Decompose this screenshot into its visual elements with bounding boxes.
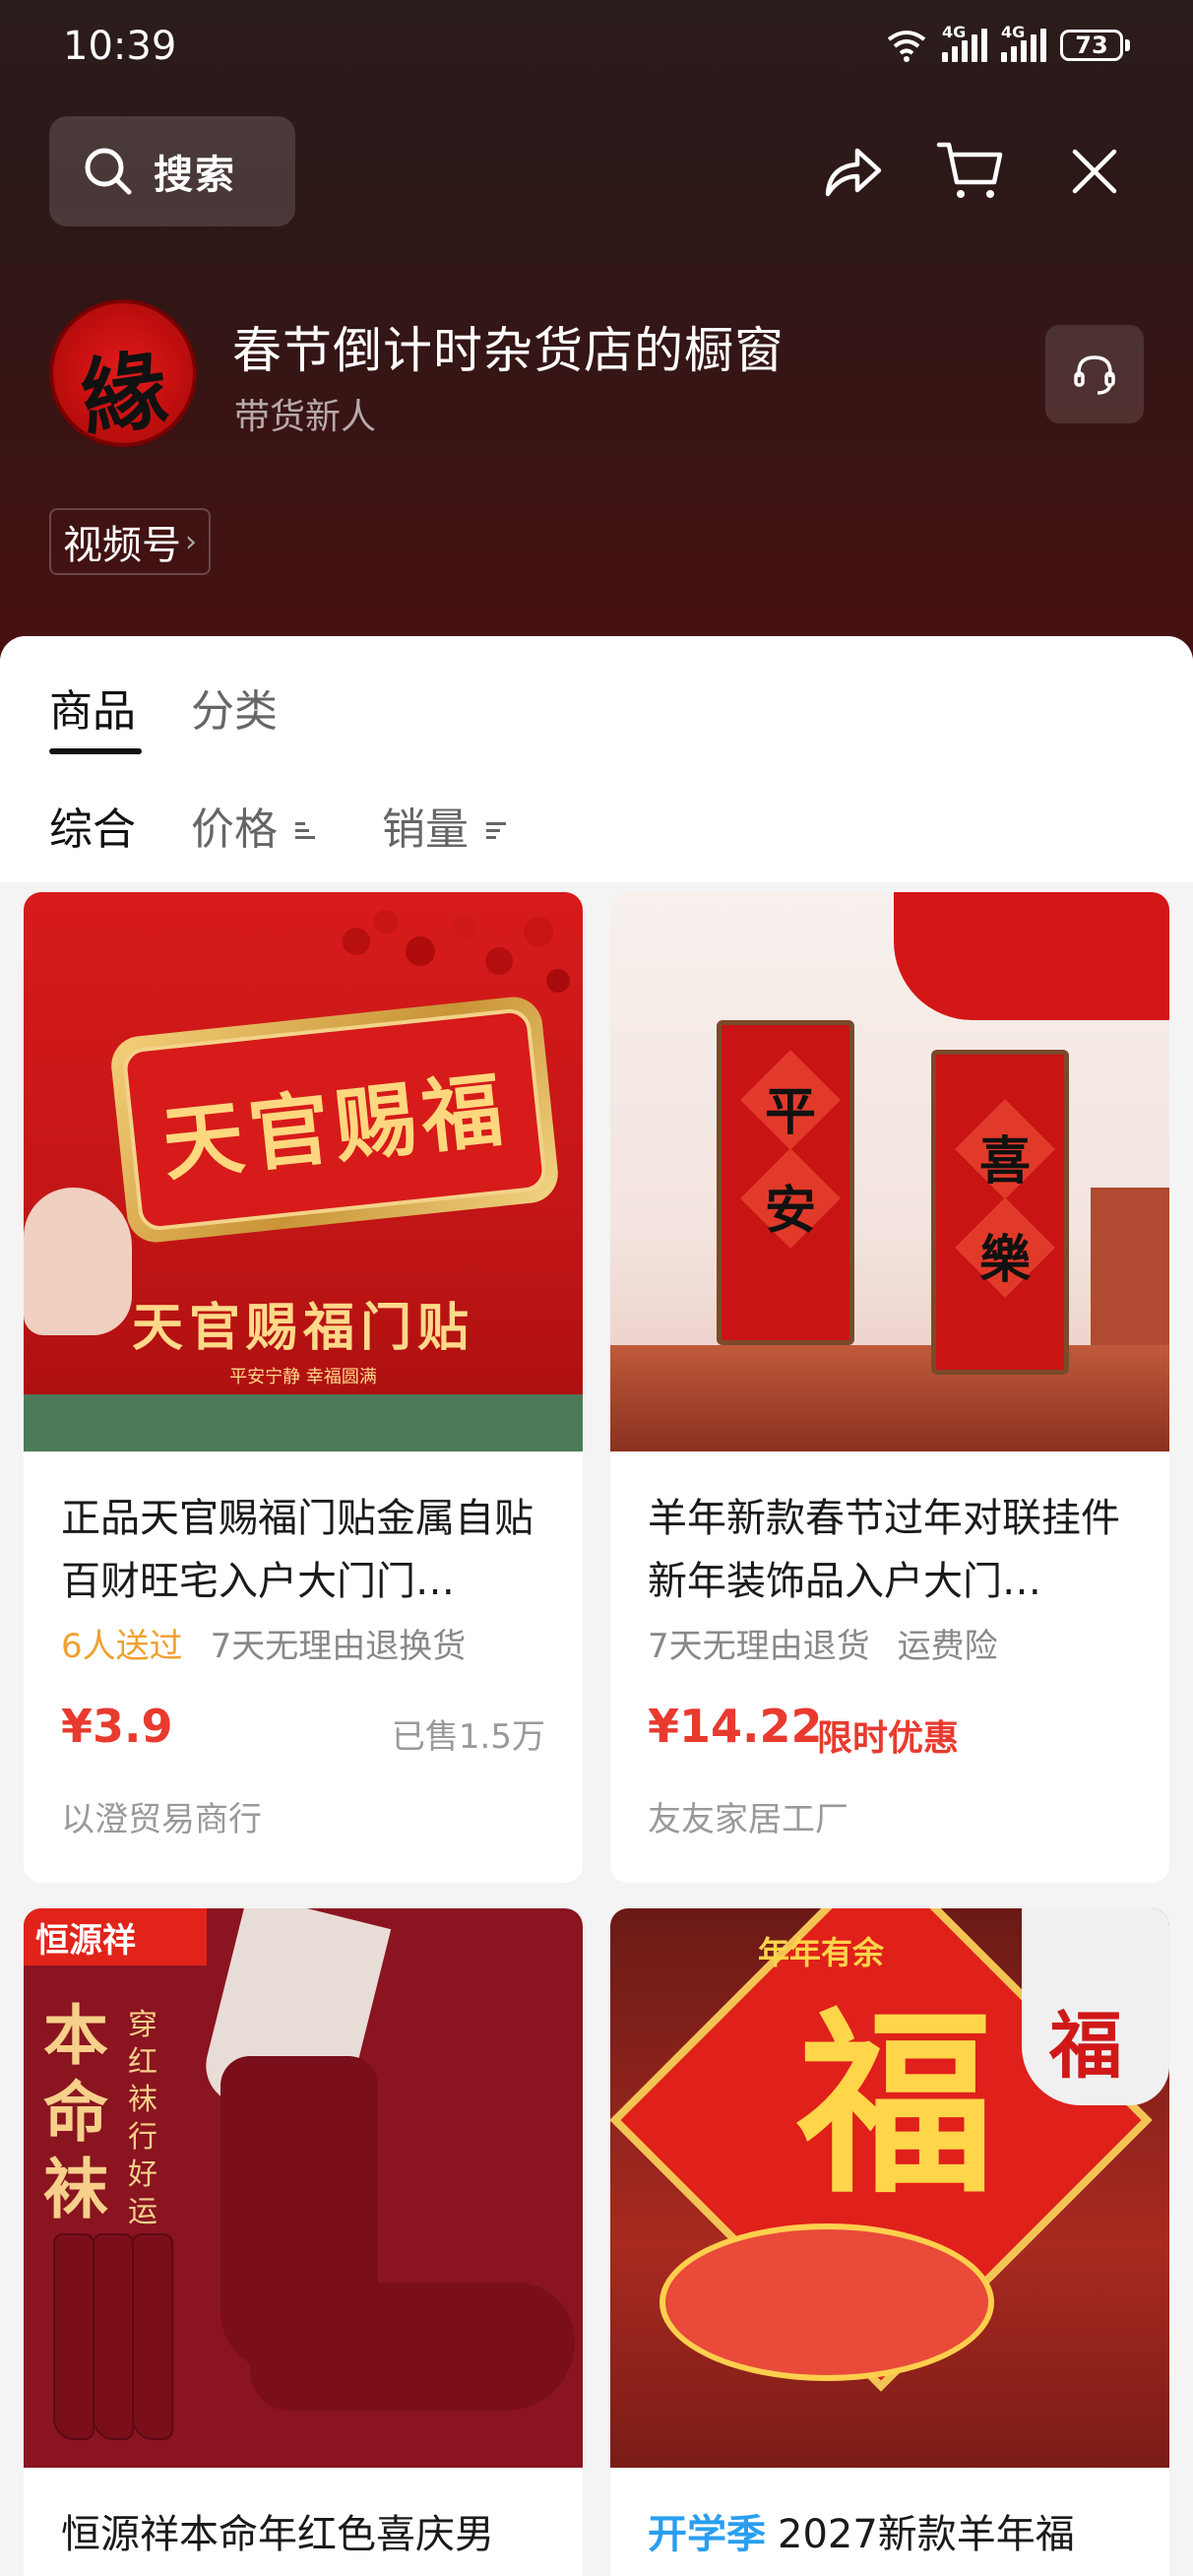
lion-char: 福: [1049, 2004, 1122, 2089]
product-tags: 6人送过 7天无理由退换货: [61, 1619, 466, 1667]
wifi-icon: [887, 31, 926, 62]
image-label: 年年有余: [758, 1934, 885, 1971]
sort-overall-label: 综合: [49, 805, 136, 855]
product-promo-note: 限时优惠: [817, 1718, 960, 1759]
image-slogan: 穿红袜行好运: [128, 2008, 157, 2229]
sort-price-label: 价格: [191, 805, 278, 855]
sort-price[interactable]: 价格: [191, 794, 315, 857]
ornament-char: 安: [764, 1181, 816, 1241]
product-card[interactable]: 平 安 喜 樂 羊年新款春节过年对联挂件新年装饰品入户大门… 7天无理由退货 运…: [610, 892, 1169, 1883]
mini-sock: [132, 2233, 173, 2440]
product-image[interactable]: 天官赐福 天官赐福门贴 平安宁静 幸福圆满: [24, 892, 583, 1451]
search-label: 搜索: [154, 153, 236, 198]
tab-products[interactable]: 商品: [49, 676, 136, 739]
product-tag: 7天无理由退换货: [210, 1627, 467, 1666]
share-button[interactable]: [815, 134, 890, 209]
signal-icon-sim2: 4G: [1001, 23, 1046, 62]
hanging-ornament-right: 喜 樂: [931, 1050, 1069, 1375]
product-title-text: 恒源祥本命年红色喜庆男: [61, 2512, 494, 2557]
plaque-text: 天官赐福: [157, 1062, 513, 1192]
share-icon: [825, 148, 882, 197]
headset-icon: [1074, 355, 1115, 395]
close-icon: [1072, 149, 1117, 194]
product-store[interactable]: 友友家居工厂: [648, 1792, 848, 1840]
product-card[interactable]: 年年有余 福 福 开学季 2027新款羊年福: [610, 1908, 1169, 2576]
product-store[interactable]: 以澄贸易商行: [61, 1792, 262, 1840]
product-price: ¥14.22: [648, 1700, 823, 1753]
shop-avatar[interactable]: 緣: [49, 299, 197, 447]
cart-icon: [936, 142, 1003, 198]
promo-badge: 开学季: [648, 2512, 766, 2557]
lion-decoration: 福: [1022, 1908, 1169, 2105]
product-card[interactable]: 恒源祥 本命袜 穿红袜行好运 恒源祥本命年红色喜庆男: [24, 1908, 583, 2576]
battery-icon: 73: [1060, 30, 1130, 61]
sort-order-icon: [486, 821, 506, 839]
brand-logo: 恒源祥: [24, 1908, 207, 1965]
channel-button[interactable]: 视频号 ›: [49, 508, 211, 575]
sort-overall[interactable]: 综合: [49, 794, 136, 857]
cart-button[interactable]: [933, 134, 1008, 209]
product-tag: 7天无理由退货: [648, 1627, 870, 1666]
product-image[interactable]: 平 安 喜 樂: [610, 892, 1169, 1451]
avatar-glyph: 緣: [75, 339, 173, 447]
search-icon: [85, 148, 132, 195]
ornament-char: 喜: [978, 1131, 1031, 1191]
product-card[interactable]: 天官赐福 天官赐福门贴 平安宁静 幸福圆满 正品天官赐福门贴金属自贴百财旺宅入户…: [24, 892, 583, 1883]
table-decoration: [610, 1345, 1169, 1451]
ornament-char: 樂: [978, 1230, 1031, 1290]
tab-categories[interactable]: 分类: [191, 676, 278, 739]
product-title[interactable]: 正品天官赐福门贴金属自贴百财旺宅入户大门门…: [61, 1487, 553, 1613]
product-sold-count: 已售1.5万: [391, 1717, 545, 1757]
fish-decoration: [659, 2223, 994, 2381]
shop-name[interactable]: 春节倒计时杂货店的橱窗: [232, 311, 785, 382]
signal-icon-sim1: 4G: [942, 23, 987, 62]
product-price: ¥3.9: [61, 1700, 173, 1753]
product-title[interactable]: 羊年新款春节过年对联挂件新年装饰品入户大门…: [648, 1487, 1140, 1613]
image-title: 本命袜: [43, 1997, 108, 2227]
product-image[interactable]: 年年有余 福 福: [610, 1908, 1169, 2468]
product-title[interactable]: 开学季 2027新款羊年福: [648, 2503, 1140, 2566]
sort-order-icon: [295, 821, 315, 839]
hanging-ornament-left: 平 安: [717, 1020, 854, 1345]
mini-sock: [53, 2233, 94, 2440]
status-bar: 10:39 4G 4G 73: [0, 0, 1193, 98]
image-caption: 天官赐福门贴: [131, 1299, 474, 1358]
sock-foot-decoration: [250, 2283, 575, 2411]
chevron-right-icon: ›: [185, 524, 197, 559]
ornament-char: 平: [764, 1082, 816, 1142]
product-tag: 运费险: [897, 1627, 998, 1666]
product-title-text: 2027新款羊年福: [778, 2512, 1075, 2557]
status-time: 10:39: [63, 24, 177, 69]
tab-underline: [49, 748, 142, 754]
product-title[interactable]: 恒源祥本命年红色喜庆男: [61, 2503, 553, 2566]
product-tag: 6人送过: [61, 1627, 183, 1666]
battery-level: 73: [1060, 30, 1123, 61]
sort-sales[interactable]: 销量: [382, 794, 506, 857]
product-tags: 7天无理由退货 运费险: [648, 1619, 998, 1667]
customer-service-button[interactable]: [1045, 325, 1144, 423]
sleeve-decoration: [894, 892, 1169, 1020]
search-button[interactable]: 搜索: [49, 116, 295, 226]
berries-decoration: [343, 910, 570, 993]
image-subcaption: 平安宁静 幸福圆满: [229, 1367, 377, 1387]
mini-sock: [93, 2233, 134, 2440]
product-image[interactable]: 恒源祥 本命袜 穿红袜行好运: [24, 1908, 583, 2468]
channel-label: 视频号: [63, 523, 181, 568]
close-button[interactable]: [1057, 134, 1132, 209]
fu-character: 福: [796, 1989, 994, 2221]
panel-header: 商品 分类 综合 价格 销量: [0, 636, 1193, 882]
sort-sales-label: 销量: [382, 805, 469, 855]
shop-subtitle: 带货新人: [234, 397, 377, 437]
image-footer-band: [24, 1394, 583, 1451]
status-icons: 4G 4G 73: [885, 23, 1130, 63]
